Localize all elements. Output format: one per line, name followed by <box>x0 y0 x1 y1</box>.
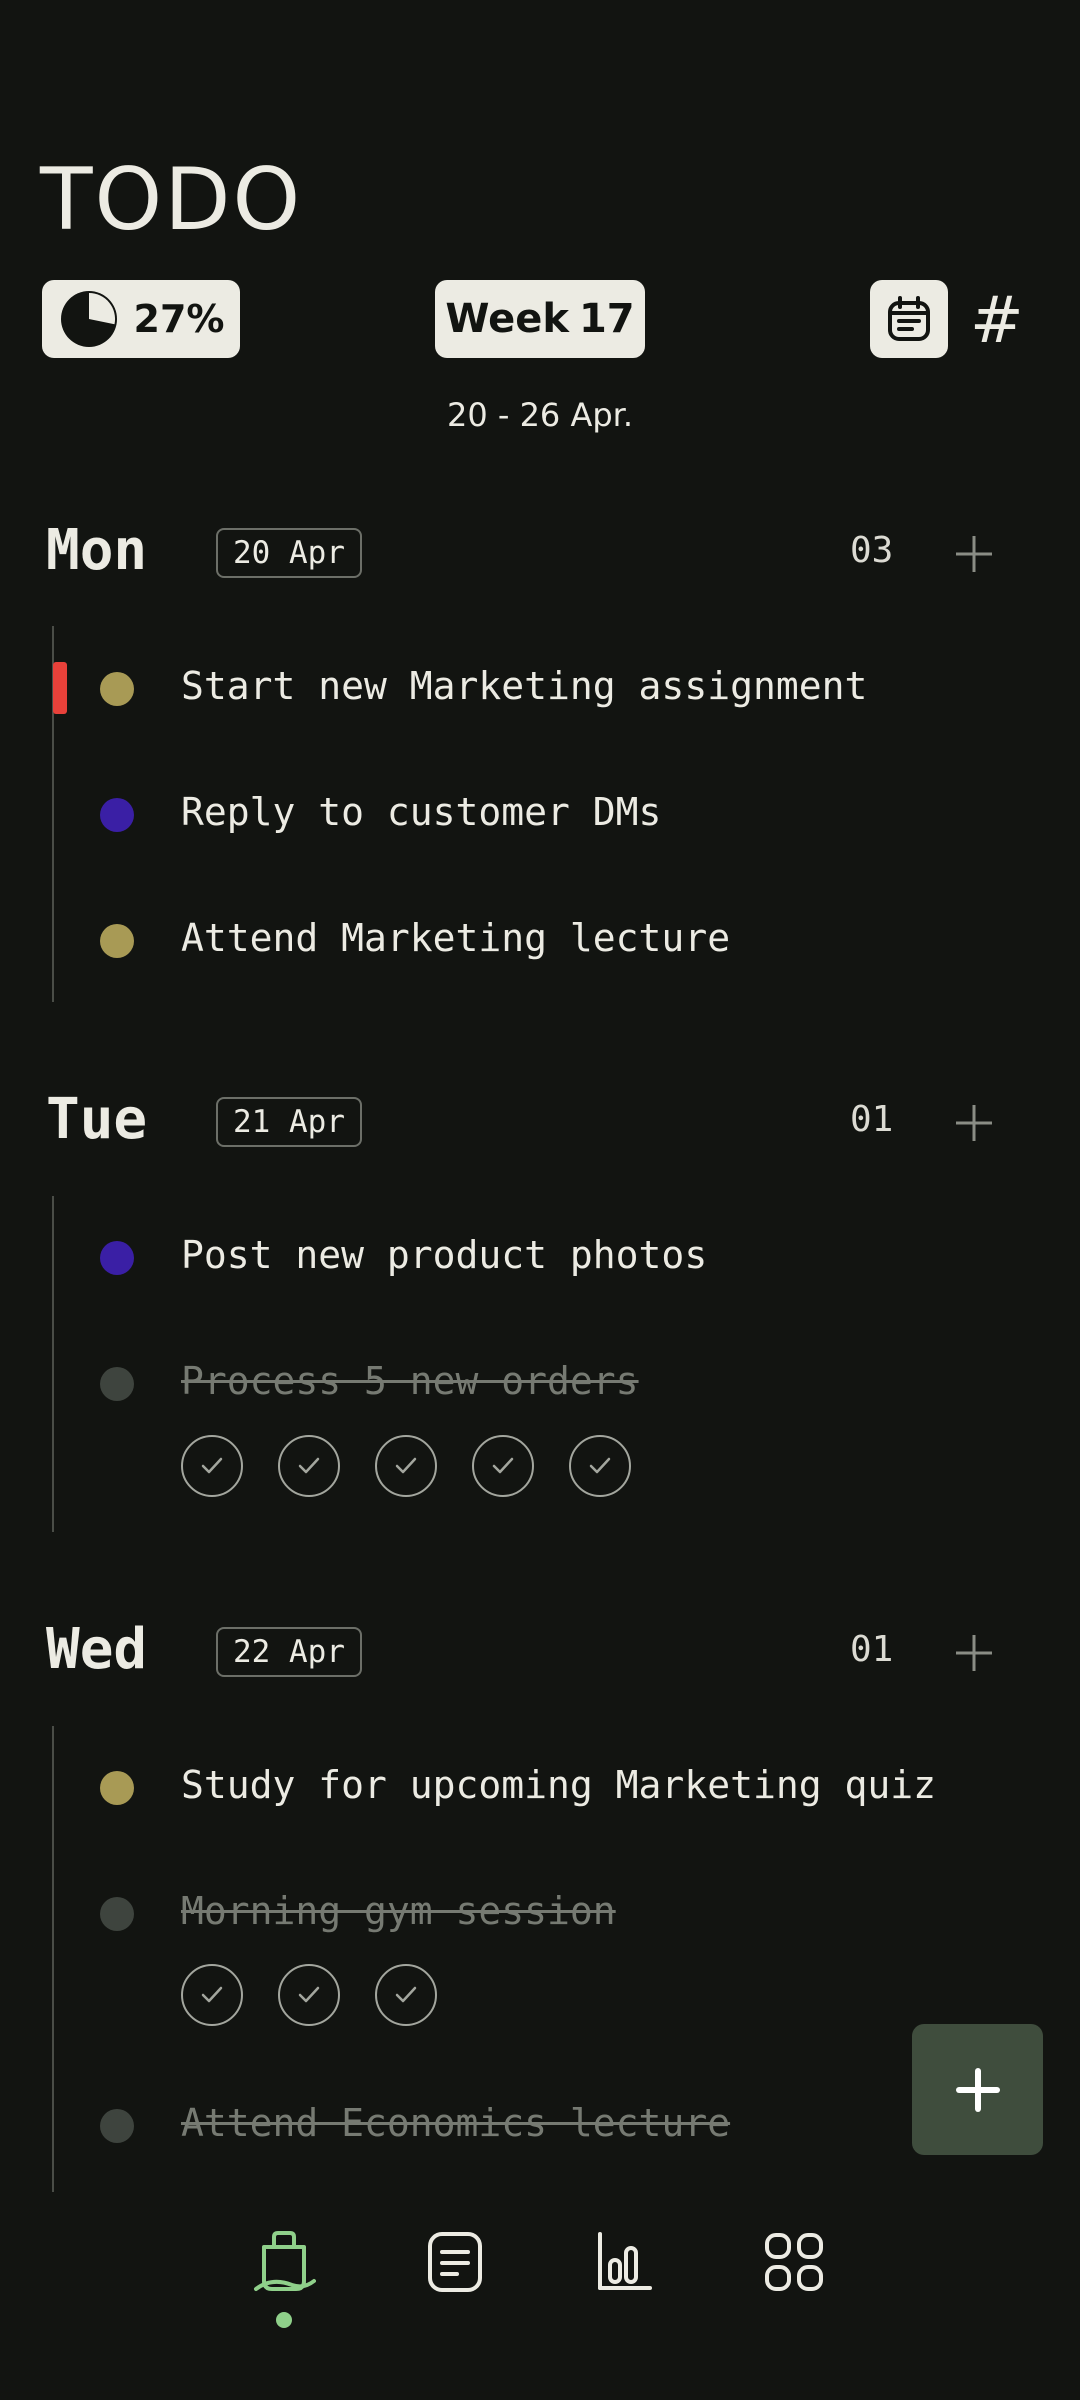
task-item[interactable]: Start new Marketing assignment <box>181 664 867 708</box>
calendar-button[interactable] <box>870 280 948 358</box>
day-name: Wed <box>46 1617 148 1682</box>
task-item[interactable]: Post new product photos <box>181 1233 707 1277</box>
task-color-dot[interactable] <box>100 2109 134 2143</box>
subtask-check[interactable] <box>278 1964 340 2026</box>
task-color-dot[interactable] <box>100 1367 134 1401</box>
page-title: TODO <box>40 150 303 250</box>
task-color-dot[interactable] <box>100 1771 134 1805</box>
check-icon <box>298 1986 320 2003</box>
grid-icon <box>765 2233 823 2291</box>
subtask-check[interactable] <box>375 1435 437 1497</box>
check-icon <box>492 1457 514 1474</box>
tag-button[interactable]: # <box>970 282 1024 360</box>
task-color-dot[interactable] <box>100 1241 134 1275</box>
nav-notes[interactable] <box>415 2222 495 2302</box>
progress-pill[interactable]: 27% <box>42 280 240 358</box>
day-rail <box>52 1726 54 2192</box>
subtask-check[interactable] <box>181 1964 243 2026</box>
check-icon <box>298 1457 320 1474</box>
subtask-check[interactable] <box>278 1435 340 1497</box>
nav-todo[interactable] <box>244 2222 324 2302</box>
task-color-dot[interactable] <box>100 672 134 706</box>
add-task-icon[interactable] <box>950 1099 998 1147</box>
plus-icon <box>955 2067 1000 2112</box>
progress-pie-icon <box>60 291 117 347</box>
task-item[interactable]: Attend Marketing lecture <box>181 916 730 960</box>
week-range: 20 - 26 Apr. <box>446 396 634 434</box>
check-icon <box>201 1457 223 1474</box>
priority-marker <box>53 662 67 714</box>
calendar-icon <box>888 296 930 341</box>
check-icon <box>395 1986 417 2003</box>
task-count: 01 <box>850 1099 894 1140</box>
active-indicator <box>276 2312 292 2328</box>
task-item-done[interactable]: Attend Economics lecture <box>181 2101 730 2145</box>
subtask-check[interactable] <box>375 1964 437 2026</box>
task-item-done[interactable]: Morning gym session <box>181 1889 616 1933</box>
date-chip: 20 Apr <box>216 528 362 578</box>
bar-chart-icon <box>598 2232 652 2290</box>
check-icon <box>589 1457 611 1474</box>
progress-percent: 27% <box>133 297 225 341</box>
task-color-dot[interactable] <box>100 1897 134 1931</box>
subtask-check[interactable] <box>569 1435 631 1497</box>
date-chip: 22 Apr <box>216 1627 362 1677</box>
date-chip: 21 Apr <box>216 1097 362 1147</box>
add-task-fab[interactable] <box>912 2024 1043 2155</box>
week-label: Week <box>445 296 569 342</box>
day-name: Tue <box>46 1087 148 1152</box>
day-name: Mon <box>46 518 148 583</box>
week-pill[interactable]: Week 17 <box>435 280 645 358</box>
nav-stats[interactable] <box>584 2222 664 2302</box>
day-rail <box>52 1196 54 1532</box>
subtask-check[interactable] <box>181 1435 243 1497</box>
nav-grid[interactable] <box>754 2222 834 2302</box>
task-item[interactable]: Reply to customer DMs <box>181 790 661 834</box>
task-count: 03 <box>850 530 894 571</box>
task-item[interactable]: Study for upcoming Marketing quiz <box>181 1763 936 1807</box>
week-number: 17 <box>578 296 635 342</box>
task-item-done[interactable]: Process 5 new orders <box>181 1359 639 1403</box>
task-color-dot[interactable] <box>100 798 134 832</box>
add-task-icon[interactable] <box>950 530 998 578</box>
check-icon <box>395 1457 417 1474</box>
add-task-icon[interactable] <box>950 1629 998 1677</box>
clipboard-icon <box>254 2231 316 2291</box>
task-color-dot[interactable] <box>100 924 134 958</box>
subtask-check[interactable] <box>472 1435 534 1497</box>
notes-icon <box>428 2232 482 2292</box>
check-icon <box>201 1986 223 2003</box>
task-count: 01 <box>850 1629 894 1670</box>
